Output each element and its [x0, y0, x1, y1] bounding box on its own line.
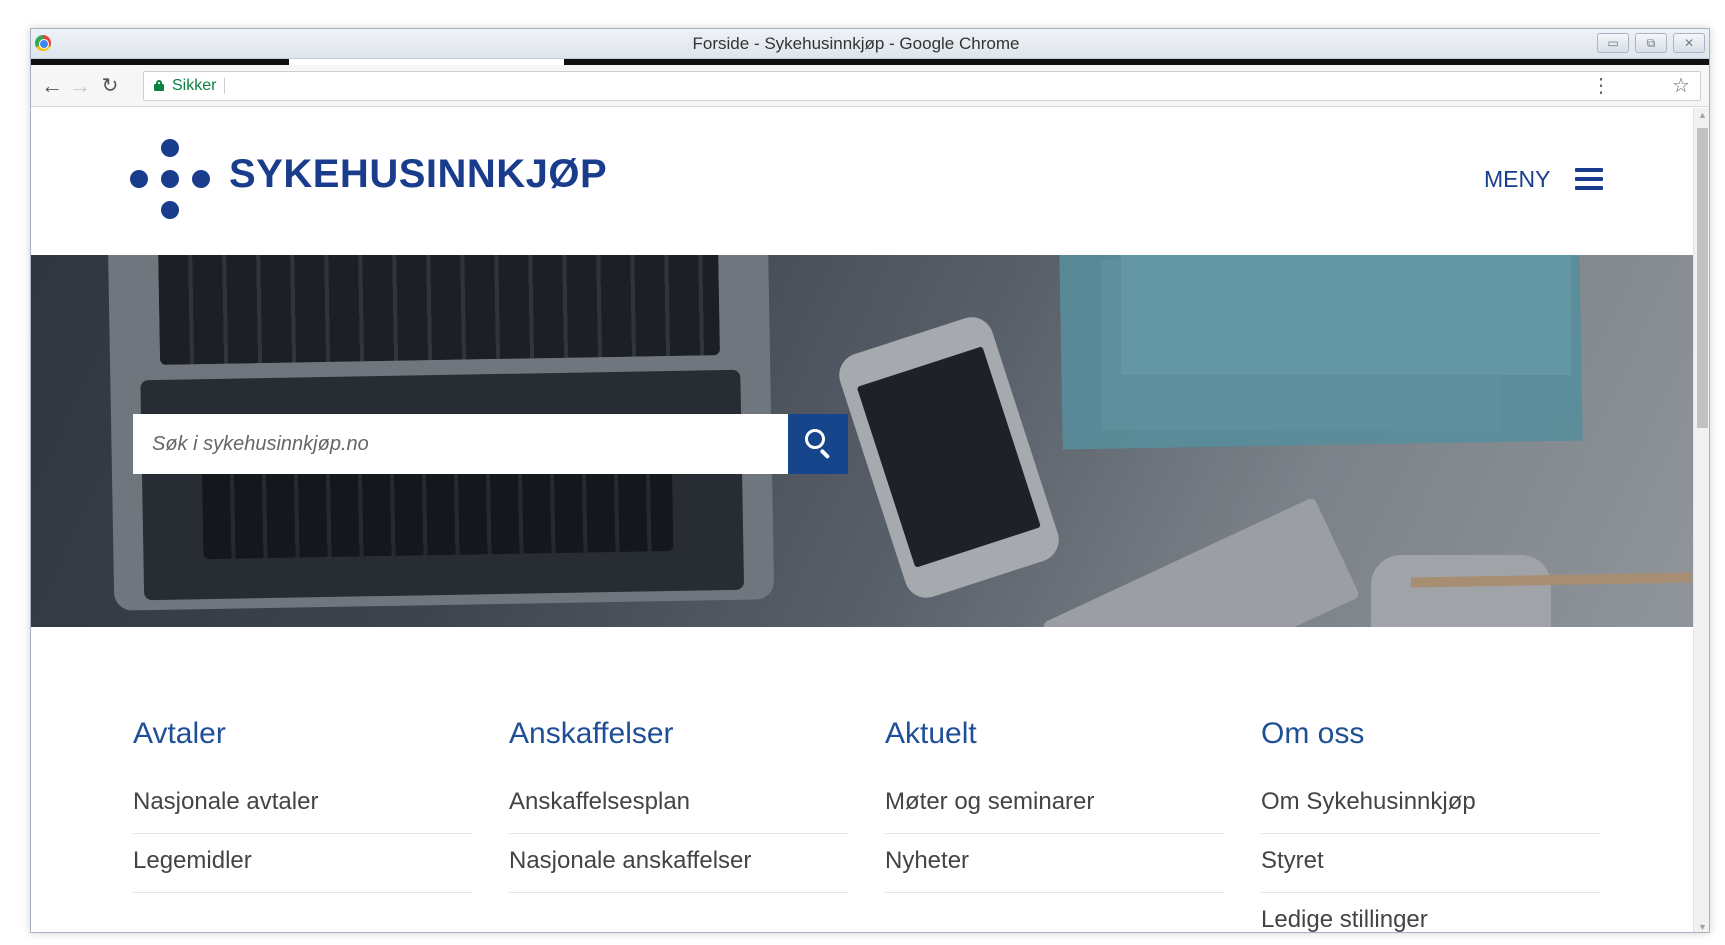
logo-icon[interactable]: [130, 139, 210, 219]
nav-link-label[interactable]: Anskaffelsesplan: [509, 787, 690, 817]
scroll-down-icon[interactable]: ▼: [1694, 920, 1709, 932]
nav-link-label[interactable]: Møter og seminarer: [885, 787, 1094, 817]
search-icon: [805, 429, 833, 460]
forward-arrow-icon[interactable]: →: [67, 73, 93, 99]
nav-columns: Avtaler Nasjonale avtaler Legemidler Ans…: [31, 627, 1693, 932]
nav-link[interactable]: Nasjonale anskaffelser: [509, 834, 849, 893]
search-button[interactable]: [788, 414, 848, 474]
hero-banner: [31, 255, 1693, 627]
nav-link[interactable]: Nasjonale avtaler: [133, 775, 473, 834]
nav-link-label[interactable]: Styret: [1261, 846, 1324, 876]
nav-link-label[interactable]: Ledige stillinger: [1261, 905, 1428, 932]
browser-menu-icon[interactable]: ⋮: [1591, 73, 1611, 99]
search-input[interactable]: [133, 414, 788, 474]
secure-label: Sikker: [172, 77, 217, 94]
back-arrow-icon[interactable]: ←: [39, 73, 65, 99]
omnibox-divider: [224, 78, 225, 94]
page-scrollbar[interactable]: ▲ ▼: [1693, 108, 1709, 932]
close-button[interactable]: ✕: [1673, 33, 1705, 53]
minimize-button[interactable]: ▭: [1597, 33, 1629, 53]
browser-toolbar: ← → ↻ Sikker ☆: [31, 65, 1709, 107]
logo-text[interactable]: SYKEHUSINNKJØP: [229, 150, 607, 198]
nav-link-label[interactable]: Nasjonale anskaffelser: [509, 846, 751, 876]
lock-icon: [154, 80, 164, 91]
nav-link[interactable]: Styret: [1261, 834, 1601, 893]
nav-link-label[interactable]: Om Sykehusinnkjøp: [1261, 787, 1476, 817]
site-header: SYKEHUSINNKJØP MENY: [31, 108, 1693, 255]
hamburger-menu-icon[interactable]: [1575, 168, 1603, 190]
address-bar[interactable]: Sikker ☆: [143, 71, 1701, 101]
nav-link[interactable]: Anskaffelsesplan: [509, 775, 849, 834]
column-title[interactable]: Aktuelt: [885, 716, 977, 752]
menu-label[interactable]: MENY: [1484, 164, 1550, 194]
nav-link-label[interactable]: Nasjonale avtaler: [133, 787, 318, 817]
browser-window: Forside - Sykehusinnkjøp - Google Chrome…: [30, 28, 1710, 933]
nav-link-label[interactable]: Legemidler: [133, 846, 252, 876]
nav-link[interactable]: Om Sykehusinnkjøp: [1261, 775, 1601, 834]
nav-link[interactable]: Nyheter: [885, 834, 1225, 893]
nav-link-label[interactable]: Nyheter: [885, 846, 969, 876]
column-title[interactable]: Anskaffelser: [509, 716, 674, 752]
window-title: Forside - Sykehusinnkjøp - Google Chrome: [692, 34, 1020, 53]
scroll-thumb[interactable]: [1697, 128, 1708, 428]
column-title[interactable]: Om oss: [1261, 716, 1364, 752]
nav-link[interactable]: Legemidler: [133, 834, 473, 893]
search-box: [133, 414, 788, 474]
title-bar: Forside - Sykehusinnkjøp - Google Chrome…: [31, 29, 1709, 59]
bookmark-star-icon[interactable]: ☆: [1672, 72, 1690, 100]
column-title[interactable]: Avtaler: [133, 716, 226, 752]
restore-button[interactable]: ⧉: [1635, 33, 1667, 53]
page-viewport: SYKEHUSINNKJØP MENY Søk i sykehusinnkjøp…: [31, 108, 1709, 932]
nav-link[interactable]: Møter og seminarer: [885, 775, 1225, 834]
scroll-up-icon[interactable]: ▲: [1694, 108, 1709, 122]
reload-icon[interactable]: ↻: [97, 73, 123, 99]
